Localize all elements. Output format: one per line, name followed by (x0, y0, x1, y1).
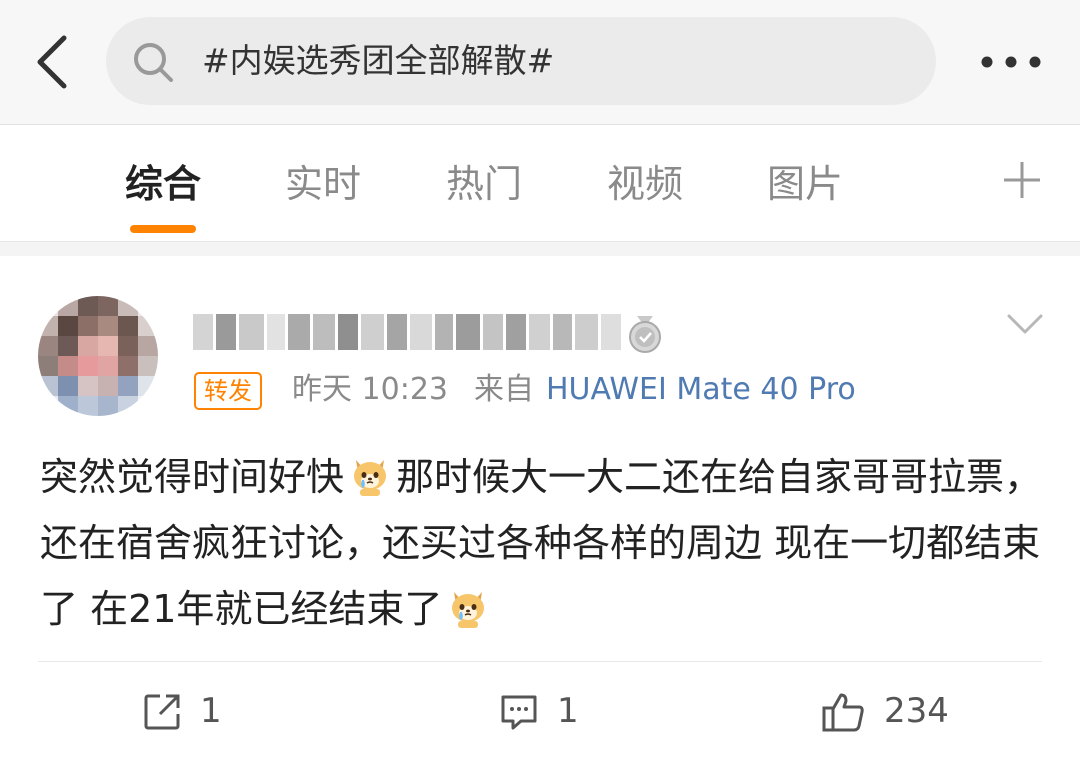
chevron-left-icon[interactable] (28, 30, 78, 94)
like-button[interactable]: 234 (822, 686, 972, 736)
comment-count: 1 (557, 691, 579, 731)
active-tab-indicator (130, 225, 196, 233)
repost-button[interactable]: 1 (142, 686, 242, 736)
crying-dog-emoji (354, 460, 387, 496)
divider (38, 661, 1042, 662)
search-icon (134, 43, 173, 82)
section-gap (0, 242, 1080, 256)
tab-video[interactable]: 视频 (585, 159, 705, 209)
tab-images[interactable]: 图片 (745, 159, 865, 209)
plus-icon[interactable] (1002, 160, 1042, 200)
search-query: #内娱选秀团全部解散# (202, 41, 555, 80)
tab-hot[interactable]: 热门 (424, 159, 544, 209)
comment-icon (501, 695, 537, 730)
chevron-down-icon[interactable] (1006, 312, 1044, 336)
post-card: 转发 昨天 10:23 来自 HUAWEI Mate 40 Pro 突然觉得时间… (0, 256, 1080, 762)
tab-realtime[interactable]: 实时 (263, 159, 383, 209)
medal-badge-icon (629, 316, 661, 353)
search-input[interactable]: #内娱选秀团全部解散# (106, 17, 936, 105)
tab-all[interactable]: 综合 (103, 159, 223, 209)
tab-bar: 综合 实时 热门 视频 图片 (0, 125, 1080, 242)
like-count: 234 (884, 691, 949, 731)
username-pixelated[interactable] (193, 308, 621, 356)
crying-dog-emoji (452, 592, 485, 628)
repost-tag: 转发 (194, 372, 262, 410)
post-time: 昨天 10:23 (292, 372, 448, 407)
top-bar: #内娱选秀团全部解散# (0, 0, 1080, 125)
post-device[interactable]: HUAWEI Mate 40 Pro (546, 368, 856, 412)
share-icon (144, 694, 180, 730)
repost-count: 1 (200, 691, 222, 731)
avatar[interactable] (38, 296, 158, 416)
post-source-label: 来自 (474, 372, 534, 407)
post-text: 突然觉得时间好快 那时候大一大二还在给自家哥哥拉票，还在宿舍疯狂讨论，还买过各种… (40, 444, 1044, 642)
more-icon[interactable] (978, 50, 1044, 74)
post-text-part1: 突然觉得时间好快 (40, 455, 345, 499)
thumbs-up-icon (822, 693, 864, 732)
comment-button[interactable]: 1 (499, 686, 599, 736)
